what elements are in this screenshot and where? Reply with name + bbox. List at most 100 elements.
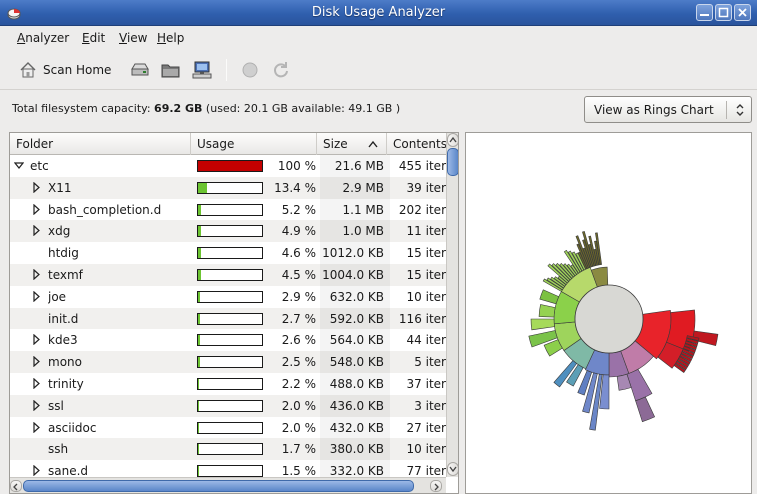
- table-row[interactable]: ssl 2.0 % 436.0 KB 3 iter: [10, 394, 446, 417]
- folder-name: ssh: [48, 442, 69, 457]
- usage-bar-fill: [198, 422, 200, 433]
- table-row[interactable]: X11 13.4 % 2.9 MB 39 iter: [10, 176, 446, 199]
- usage-bar-fill: [198, 444, 200, 455]
- collapsed-arrow-icon[interactable]: [32, 356, 42, 368]
- usage-bar-fill: [198, 248, 201, 259]
- table-row[interactable]: htdig 4.6 % 1012.0 KB 15 iter: [10, 242, 446, 264]
- usage-bar: [197, 225, 263, 238]
- scan-filesystem-button[interactable]: [129, 56, 151, 84]
- column-size-label: Size: [323, 137, 348, 151]
- folder-name: joe: [48, 289, 67, 304]
- table-row[interactable]: etc 100 % 21.6 MB 455 iter: [10, 155, 446, 177]
- ring-segment[interactable]: [635, 396, 656, 423]
- folder-size: 432.0 KB: [329, 420, 384, 435]
- folder-size: 1012.0 KB: [322, 246, 384, 261]
- usage-bar: [197, 356, 263, 369]
- folder-size: 1004.0 KB: [322, 267, 384, 282]
- collapsed-arrow-icon[interactable]: [32, 225, 42, 237]
- collapsed-arrow-icon[interactable]: [32, 399, 42, 411]
- scan-folder-button[interactable]: [160, 56, 182, 84]
- table-row[interactable]: trinity 2.2 % 488.0 KB 37 iter: [10, 372, 446, 395]
- menu-help-accel: H: [157, 31, 167, 45]
- collapsed-arrow-icon[interactable]: [32, 268, 42, 280]
- table-row[interactable]: mono 2.5 % 548.0 KB 5 iter: [10, 351, 446, 373]
- table-row[interactable]: kde3 2.6 % 564.0 KB 44 iter: [10, 329, 446, 352]
- table-row[interactable]: texmf 4.5 % 1004.0 KB 15 iter: [10, 263, 446, 286]
- usage-percent: 2.0 %: [281, 420, 316, 435]
- ring-segment[interactable]: [530, 318, 555, 331]
- collapsed-arrow-icon[interactable]: [32, 465, 42, 477]
- menu-help[interactable]: Help: [157, 31, 184, 45]
- stop-button[interactable]: [240, 56, 260, 84]
- horizontal-scroll-thumb[interactable]: [23, 480, 414, 492]
- ring-segment[interactable]: [538, 304, 556, 318]
- view-mode-select[interactable]: View as Rings Chart: [584, 96, 752, 123]
- folder-contents: 5 iter: [414, 355, 446, 370]
- scan-remote-button[interactable]: [191, 56, 213, 84]
- folder-size: 564.0 KB: [329, 333, 384, 348]
- column-header-usage[interactable]: Usage: [191, 133, 317, 155]
- table-row[interactable]: bash_completion.d 5.2 % 1.1 MB 202 iter: [10, 198, 446, 221]
- refresh-icon: [274, 62, 288, 78]
- usage-bar-fill: [198, 161, 262, 171]
- rings-chart[interactable]: [466, 133, 751, 493]
- folder-name: bash_completion.d: [48, 202, 162, 217]
- scan-folder-icon: [161, 64, 180, 78]
- minimize-button[interactable]: [696, 4, 713, 21]
- column-header-folder[interactable]: Folder: [10, 133, 191, 155]
- collapsed-arrow-icon[interactable]: [32, 290, 42, 302]
- menu-edit-accel: E: [82, 31, 90, 45]
- maximize-button[interactable]: [715, 4, 732, 21]
- folder-tree-view[interactable]: Folder Usage Size Contents etc 100 % 21.…: [9, 132, 459, 494]
- ring-center[interactable]: [574, 284, 644, 354]
- collapsed-arrow-icon[interactable]: [32, 181, 42, 193]
- scroll-left-button[interactable]: [10, 480, 22, 492]
- toolbar: Scan Home: [0, 50, 757, 90]
- capacity-total: 69.2 GB: [154, 102, 203, 115]
- horizontal-scrollbar[interactable]: [10, 477, 446, 493]
- menu-analyzer-label: nalyzer: [25, 31, 70, 45]
- table-row[interactable]: xdg 4.9 % 1.0 MB 11 iter: [10, 220, 446, 243]
- menu-edit[interactable]: Edit: [82, 31, 105, 45]
- scan-home-button[interactable]: Scan Home: [18, 56, 111, 84]
- table-row[interactable]: joe 2.9 % 632.0 KB 10 iter: [10, 285, 446, 308]
- rings-chart-panel[interactable]: [465, 132, 752, 494]
- scan-filesystem-icon: [131, 63, 149, 76]
- usage-bar: [197, 312, 263, 325]
- table-row[interactable]: asciidoc 2.0 % 432.0 KB 27 iter: [10, 416, 446, 439]
- expanded-arrow-icon[interactable]: [14, 160, 24, 171]
- column-header-size[interactable]: Size: [317, 133, 387, 155]
- usage-percent: 2.6 %: [281, 333, 316, 348]
- collapsed-arrow-icon[interactable]: [32, 203, 42, 215]
- usage-percent: 2.7 %: [281, 311, 316, 326]
- usage-bar-fill: [198, 226, 202, 237]
- folder-size: 592.0 KB: [329, 311, 384, 326]
- table-row[interactable]: init.d 2.7 % 592.0 KB 116 iter: [10, 307, 446, 330]
- usage-percent: 100 %: [277, 159, 316, 173]
- column-header-contents[interactable]: Contents: [387, 133, 446, 155]
- usage-bar: [197, 334, 263, 347]
- scroll-right-button[interactable]: [430, 480, 442, 492]
- usage-bar-fill: [198, 400, 200, 411]
- table-row[interactable]: ssh 1.7 % 380.0 KB 10 iter: [10, 438, 446, 461]
- collapsed-arrow-icon[interactable]: [32, 421, 42, 433]
- menu-view[interactable]: View: [119, 31, 147, 45]
- scroll-up-button[interactable]: [447, 133, 458, 147]
- collapsed-arrow-icon[interactable]: [32, 334, 42, 346]
- vertical-scrollbar[interactable]: [446, 133, 458, 477]
- select-separator: [726, 101, 727, 119]
- scroll-down-button[interactable]: [447, 462, 458, 476]
- ring-segment[interactable]: [539, 289, 560, 305]
- collapsed-arrow-icon[interactable]: [32, 377, 42, 389]
- menu-analyzer[interactable]: Analyzer: [17, 31, 69, 45]
- refresh-button[interactable]: [271, 56, 291, 84]
- menu-view-label: iew: [126, 31, 148, 45]
- capacity-details: (used: 20.1 GB available: 49.1 GB ): [202, 102, 401, 115]
- close-button[interactable]: [734, 4, 751, 21]
- column-usage-label: Usage: [197, 137, 235, 151]
- vertical-scroll-thumb[interactable]: [447, 148, 458, 176]
- folder-name: trinity: [48, 376, 84, 391]
- menu-edit-label: dit: [89, 31, 106, 45]
- scan-remote-icon: [192, 61, 212, 79]
- usage-percent: 13.4 %: [274, 180, 316, 195]
